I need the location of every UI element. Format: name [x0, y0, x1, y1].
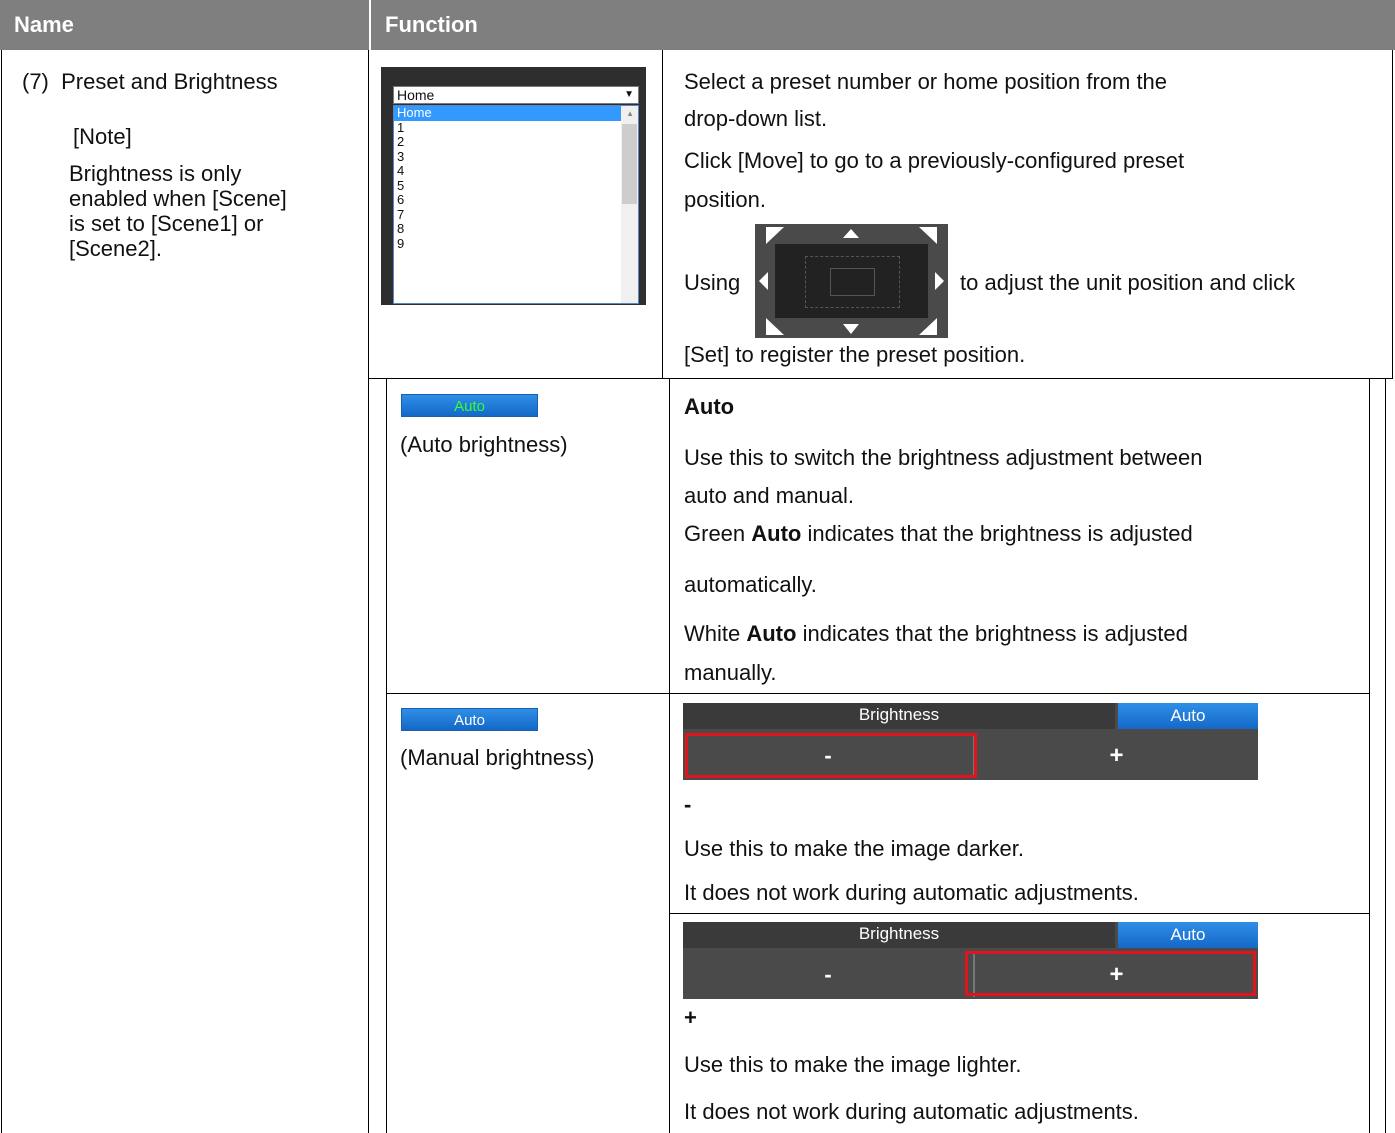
- green-desc-pre: Green: [684, 521, 752, 546]
- preset-desc-using-after: to adjust the unit position and click: [960, 270, 1296, 295]
- note-line-2: enabled when [Scene]: [69, 186, 287, 211]
- preset-option[interactable]: 7: [394, 207, 638, 223]
- table-border-col1: [368, 50, 369, 1133]
- white-desc-bold: Auto: [746, 621, 797, 646]
- note-line-1: Brightness is only: [69, 161, 242, 186]
- preset-desc-line-2: drop-down list.: [684, 106, 828, 131]
- minus-highlight-box: [685, 733, 977, 778]
- preset-desc-line-4: position.: [684, 187, 766, 212]
- auto-button-label: Auto: [454, 712, 485, 729]
- auto-green-desc: Green Auto indicates that the brightness…: [684, 521, 1193, 547]
- row-divider-plus: [669, 913, 1370, 914]
- plus-heading: +: [684, 1005, 697, 1030]
- preset-desc-line-6: [Set] to register the preset position.: [684, 342, 1026, 367]
- row-divider-auto: [386, 693, 1370, 694]
- white-desc-pre: White: [684, 621, 747, 646]
- note-line-3: is set to [Scene1] or: [69, 211, 264, 236]
- pan-up-right-icon[interactable]: [919, 227, 937, 244]
- green-desc-bold: Auto: [751, 521, 802, 546]
- preset-option[interactable]: 1: [394, 120, 638, 136]
- white-desc-post: indicates that the brightness is adjuste…: [796, 621, 1188, 646]
- nested-border-mid: [669, 378, 670, 1133]
- preset-options-list[interactable]: Home 1 2 3 4 5 6 7 8 9 ▲: [393, 105, 639, 304]
- preset-option[interactable]: 6: [394, 192, 638, 208]
- auto-button-label: Auto: [454, 398, 485, 415]
- brightness-minus-button[interactable]: -: [683, 952, 973, 997]
- preset-option[interactable]: 2: [394, 134, 638, 150]
- preset-desc-using: Using: [684, 270, 741, 295]
- pan-down-icon[interactable]: [843, 324, 859, 334]
- row-divider-preset: [368, 378, 1393, 379]
- header-function-label: Function: [385, 12, 478, 37]
- preset-option[interactable]: 9: [394, 236, 638, 252]
- table-border-left: [1, 50, 2, 1133]
- preset-option[interactable]: 8: [394, 221, 638, 237]
- header-name-cell: Name: [0, 0, 369, 50]
- auto-desc-1a: Use this to switch the brightness adjust…: [684, 445, 1203, 470]
- nested-border-left: [386, 378, 387, 1133]
- manual-brightness-caption: (Manual brightness): [400, 745, 595, 770]
- auto-heading: Auto: [684, 394, 735, 419]
- pan-down-left-icon[interactable]: [766, 318, 784, 335]
- brightness-auto-button[interactable]: Auto: [1118, 922, 1258, 948]
- plus-highlight-box: [965, 951, 1256, 996]
- scrollbar-thumb[interactable]: [622, 124, 637, 204]
- pan-right-icon[interactable]: [935, 272, 944, 290]
- pan-up-left-icon[interactable]: [766, 227, 784, 244]
- auto-brightness-button-white[interactable]: Auto: [401, 708, 538, 731]
- brightness-title: Brightness: [683, 922, 1115, 948]
- nested-border-right: [1369, 378, 1370, 1133]
- preset-option[interactable]: 5: [394, 178, 638, 194]
- brightness-title: Brightness: [683, 703, 1115, 729]
- auto-desc-1b: auto and manual.: [684, 483, 855, 508]
- outer-border-right-lower: [1385, 378, 1386, 1133]
- auto-white-desc-2: manually.: [684, 660, 777, 685]
- plus-desc-1: Use this to make the image lighter.: [684, 1052, 1022, 1077]
- brightness-plus-button[interactable]: +: [975, 733, 1258, 778]
- dropdown-arrow-icon: ▼: [624, 89, 634, 100]
- minus-desc-2: It does not work during automatic adjust…: [684, 880, 1139, 905]
- preset-select[interactable]: Home ▼: [393, 86, 639, 104]
- auto-white-desc: White Auto indicates that the brightness…: [684, 621, 1188, 647]
- item-title: (7) Preset and Brightness: [22, 69, 278, 94]
- green-desc-post: indicates that the brightness is adjuste…: [801, 521, 1193, 546]
- minus-heading: -: [684, 792, 692, 817]
- dropdown-scrollbar[interactable]: ▲: [621, 106, 638, 303]
- header-name-label: Name: [14, 12, 74, 37]
- auto-green-desc-2: automatically.: [684, 572, 817, 597]
- scroll-up-icon[interactable]: ▲: [626, 109, 634, 118]
- auto-brightness-button-green[interactable]: Auto: [401, 394, 538, 417]
- preset-option[interactable]: 3: [394, 149, 638, 165]
- table-border-right: [1392, 50, 1393, 378]
- brightness-auto-button[interactable]: Auto: [1118, 703, 1258, 729]
- preset-desc-line-1: Select a preset number or home position …: [684, 69, 1168, 94]
- plus-desc-2: It does not work during automatic adjust…: [684, 1099, 1139, 1124]
- preset-option[interactable]: Home: [394, 106, 638, 121]
- pan-left-icon[interactable]: [759, 272, 768, 290]
- auto-brightness-caption: (Auto brightness): [400, 432, 568, 457]
- preset-select-value: Home: [397, 87, 435, 103]
- minus-desc-1: Use this to make the image darker.: [684, 836, 1024, 861]
- pad-arrows: [759, 227, 944, 335]
- inner-border-col2: [662, 50, 663, 378]
- header-function-cell: Function: [370, 0, 1395, 50]
- pan-down-right-icon[interactable]: [919, 318, 937, 335]
- preset-option[interactable]: 4: [394, 163, 638, 179]
- note-label: [Note]: [73, 124, 132, 149]
- preset-desc-line-3: Click [Move] to go to a previously-confi…: [684, 148, 1185, 173]
- pan-up-icon[interactable]: [843, 229, 859, 238]
- note-line-4: [Scene2].: [69, 236, 162, 261]
- pan-tilt-pad[interactable]: [755, 224, 948, 338]
